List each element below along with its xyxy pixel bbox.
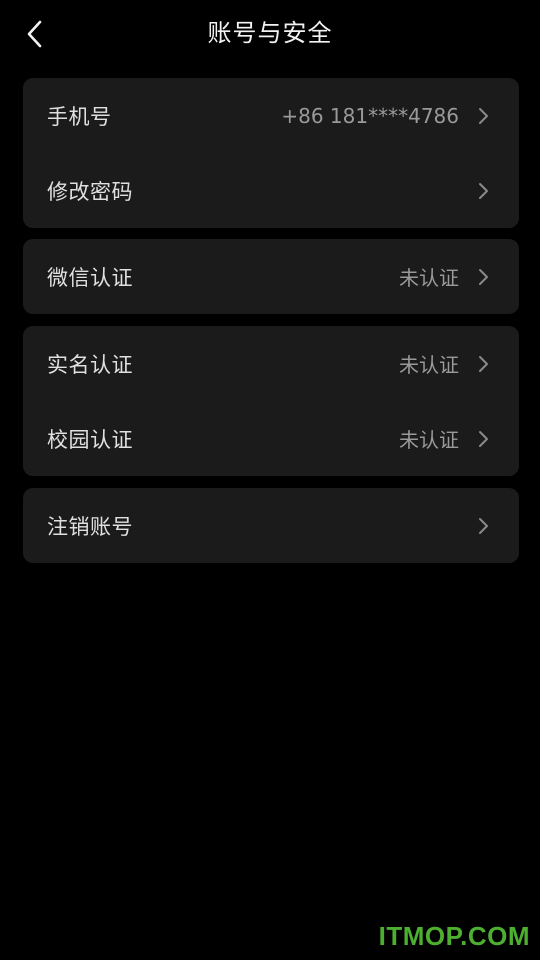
- page-title: 账号与安全: [207, 19, 333, 47]
- status-value: 未认证: [399, 353, 459, 377]
- account-card-wechat: 微信认证 未认证: [23, 239, 519, 314]
- account-card-phone-password: 手机号 +86 181****4786 修改密码: [23, 78, 519, 228]
- row-change-password[interactable]: 修改密码: [23, 153, 519, 228]
- row-label: 实名认证: [47, 352, 133, 377]
- top-bar: 账号与安全: [0, 0, 540, 68]
- chevron-right-icon: [477, 107, 489, 125]
- chevron-right-icon: [477, 268, 489, 286]
- watermark: ITMOP.COM: [378, 921, 530, 951]
- chevron-right-icon: [477, 355, 489, 373]
- row-label: 手机号: [47, 104, 112, 129]
- row-campus-verification[interactable]: 校园认证 未认证: [23, 401, 519, 476]
- row-wechat-verification[interactable]: 微信认证 未认证: [23, 239, 519, 314]
- chevron-right-icon: [477, 517, 489, 535]
- row-real-name-verification[interactable]: 实名认证 未认证: [23, 326, 519, 401]
- chevron-right-icon: [477, 430, 489, 448]
- chevron-right-icon: [477, 182, 489, 200]
- row-label: 注销账号: [47, 514, 133, 539]
- account-card-deactivate: 注销账号: [23, 488, 519, 563]
- status-value: 未认证: [399, 266, 459, 290]
- row-label: 微信认证: [47, 265, 133, 290]
- row-phone-number[interactable]: 手机号 +86 181****4786: [23, 78, 519, 153]
- phone-number-value: +86 181****4786: [281, 103, 459, 128]
- row-deactivate-account[interactable]: 注销账号: [23, 488, 519, 563]
- status-value: 未认证: [399, 428, 459, 452]
- account-card-verification: 实名认证 未认证 校园认证 未认证: [23, 326, 519, 476]
- row-label: 修改密码: [47, 179, 133, 204]
- row-label: 校园认证: [47, 427, 133, 452]
